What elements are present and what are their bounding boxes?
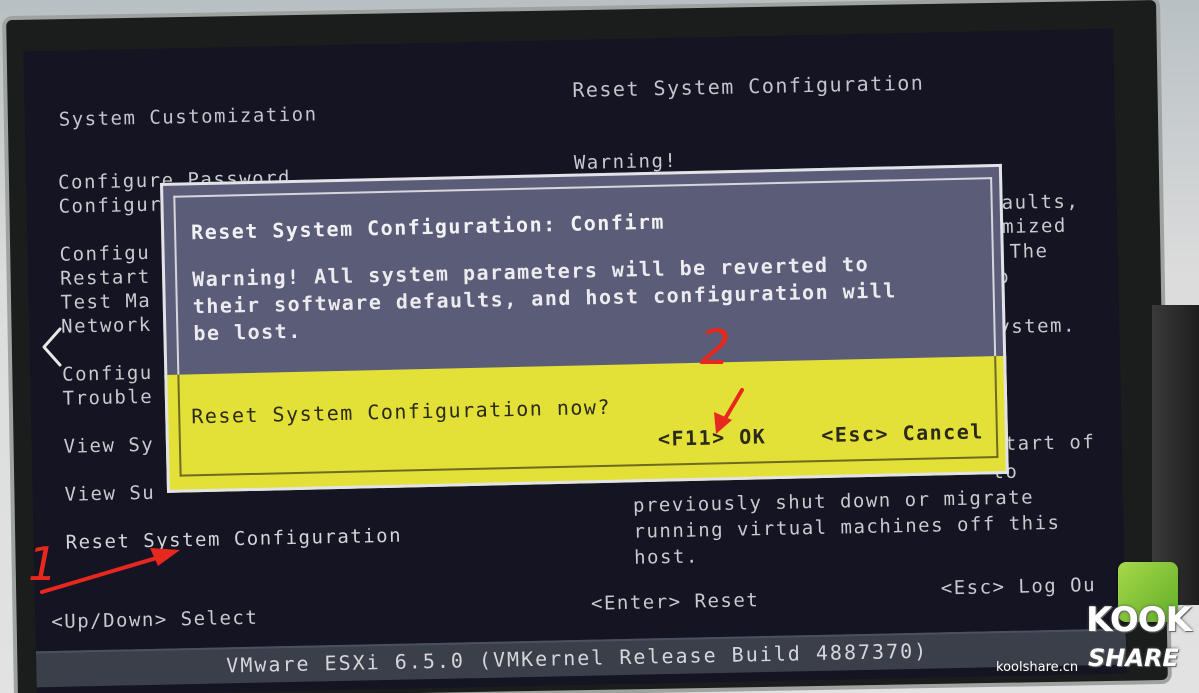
right-warning-heading: Warning! xyxy=(573,149,678,174)
ok-f11-button[interactable]: <F11> OK xyxy=(658,424,767,450)
footer-enter-reset-hint[interactable]: <Enter> Reset xyxy=(591,589,760,615)
left-panel-title: System Customization xyxy=(58,103,318,131)
esxi-version-text: VMware ESXi 6.5.0 (VMKernel Release Buil… xyxy=(226,638,929,678)
dialog-warning-message: Warning! All system parameters will be r… xyxy=(192,249,954,347)
bottom-desc-line: host. xyxy=(633,545,700,569)
chevron-left-icon[interactable] xyxy=(38,325,68,369)
watermark-url: koolshare.cn xyxy=(996,660,1079,675)
footer-select-hint: <Up/Down> Select xyxy=(51,606,259,634)
photo-stage: System Customization Reset System Config… xyxy=(0,0,1199,693)
koolshare-watermark: KOOK SHARE xyxy=(1082,560,1192,680)
reset-confirm-dialog: Reset System Configuration: Confirm Warn… xyxy=(160,163,1009,493)
action-spacer xyxy=(780,442,808,443)
watermark-kook-text: KOOK xyxy=(1086,600,1192,640)
cancel-esc-button[interactable]: <Esc> Cancel xyxy=(821,419,984,447)
footer-esc-logout-hint[interactable]: <Esc> Log Ou xyxy=(941,574,1097,599)
watermark-share-text: SHARE xyxy=(1088,644,1179,672)
right-panel-title: Reset System Configuration xyxy=(572,70,925,102)
